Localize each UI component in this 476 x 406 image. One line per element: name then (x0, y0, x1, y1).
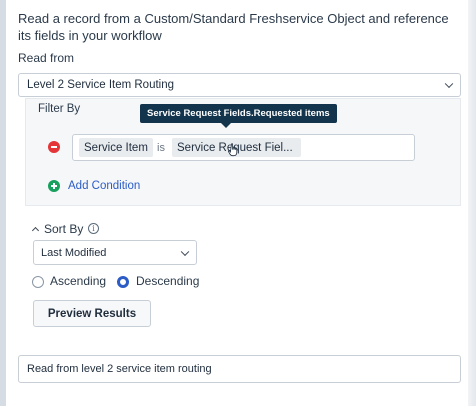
panel-description: Read a record from a Custom/Standard Fre… (18, 11, 449, 43)
ascending-radio[interactable] (32, 276, 44, 288)
node-name-input[interactable]: Read from level 2 service item routing (18, 355, 461, 383)
read-from-selected-value: Level 2 Service Item Routing (27, 79, 175, 91)
add-condition-icon[interactable] (48, 180, 60, 192)
filter-by-title: Filter By (38, 103, 81, 115)
condition-operator[interactable]: is (157, 138, 165, 157)
scrollbar-track[interactable] (468, 0, 476, 406)
preview-results-button[interactable]: Preview Results (33, 300, 151, 327)
condition-field-chip[interactable]: Service Item (79, 138, 153, 157)
info-icon[interactable]: i (88, 223, 99, 234)
read-from-dropdown[interactable]: Level 2 Service Item Routing (18, 73, 461, 97)
tooltip-arrow (221, 123, 231, 128)
descending-radio[interactable] (117, 276, 129, 288)
read-from-label: Read from (18, 51, 75, 65)
descending-label[interactable]: Descending (136, 274, 199, 288)
workflow-node-panel: Read a record from a Custom/Standard Fre… (0, 0, 476, 406)
ascending-label[interactable]: Ascending (50, 274, 106, 288)
chevron-up-icon[interactable] (31, 226, 40, 235)
hand-cursor-icon (228, 143, 238, 157)
sort-selected-value: Last Modified (41, 246, 107, 259)
chevron-down-icon (444, 79, 454, 89)
remove-condition-icon[interactable] (48, 141, 60, 153)
chevron-down-icon (180, 247, 190, 256)
condition-tooltip: Service Request Fields.Requested items (140, 104, 337, 123)
sort-by-toggle[interactable]: Sort By (44, 222, 83, 236)
add-condition-link[interactable]: Add Condition (68, 180, 140, 192)
sort-field-dropdown[interactable]: Last Modified (33, 240, 197, 265)
left-divider (0, 0, 6, 406)
condition-row[interactable]: Service Item is Service Request Fiel... (72, 134, 415, 161)
